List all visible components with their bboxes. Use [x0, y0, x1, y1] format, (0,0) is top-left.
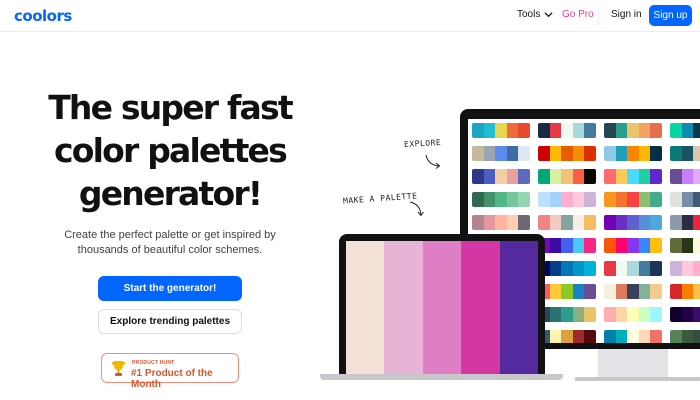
palette-card [604, 215, 662, 230]
palette-card [604, 192, 662, 207]
palette-card [670, 146, 700, 161]
palette-card [538, 215, 596, 230]
palette-card [472, 146, 530, 161]
palette-color-swatch [461, 241, 500, 374]
hero-title-line: The super fast [48, 88, 293, 127]
palette-card [670, 238, 700, 253]
nav-divider [598, 6, 599, 26]
palette-card [538, 238, 596, 253]
top-navbar: coolors Tools Go Pro Sign in Sign up [0, 0, 700, 32]
palette-card [538, 330, 596, 343]
sign-in-link[interactable]: Sign in [611, 9, 642, 20]
palette-card [670, 330, 700, 343]
palette-card [472, 123, 530, 138]
sign-up-button[interactable]: Sign up [649, 5, 692, 26]
palette-card [670, 123, 700, 138]
palette-color-swatch [422, 241, 462, 374]
palette-row [472, 169, 700, 184]
laptop-base [320, 374, 563, 380]
palette-card [670, 261, 700, 276]
palette-card [538, 123, 596, 138]
laptop-palette [346, 241, 539, 374]
palette-card [604, 146, 662, 161]
palette-card [670, 192, 700, 207]
hero-title-line: generator! [78, 174, 263, 213]
palette-card [670, 307, 700, 322]
palette-card [604, 307, 662, 322]
hero-subtitle-line: thousands of beautiful color schemes. [77, 244, 263, 256]
palette-card [472, 192, 530, 207]
palette-row [472, 215, 700, 230]
palette-row [472, 192, 700, 207]
monitor-stand [598, 349, 668, 377]
tools-menu-button[interactable]: Tools [517, 9, 553, 20]
palette-card [604, 169, 662, 184]
palette-card [538, 169, 596, 184]
palette-card [604, 238, 662, 253]
palette-card [538, 284, 596, 299]
curved-arrow-icon [425, 154, 441, 169]
chevron-down-icon [544, 12, 553, 18]
palette-card [538, 192, 596, 207]
explore-annotation: EXPLORE [403, 138, 442, 149]
palette-card [472, 169, 530, 184]
badge-main-label: #1 Product of the Month [131, 368, 213, 390]
palette-card [604, 261, 662, 276]
hero-title: The super fast color palettes generator! [20, 86, 320, 215]
start-generator-button[interactable]: Start the generator! [98, 276, 242, 301]
palette-card [538, 261, 596, 276]
palette-card [604, 330, 662, 343]
palette-card [538, 307, 596, 322]
tools-label: Tools [517, 9, 541, 20]
palette-color-swatch [346, 241, 385, 374]
explore-palettes-button[interactable]: Explore trending palettes [98, 309, 242, 334]
palette-card [604, 123, 662, 138]
monitor-foot [575, 377, 700, 381]
hero-title-line: color palettes [54, 131, 288, 170]
coolors-logo[interactable]: coolors [14, 7, 72, 25]
palette-card [670, 215, 700, 230]
palette-card [472, 215, 530, 230]
go-pro-link[interactable]: Go Pro [562, 9, 594, 20]
palette-card [538, 146, 596, 161]
palette-card [670, 284, 700, 299]
product-hunt-badge[interactable]: PRODUCT HUNT #1 Product of the Month [101, 353, 239, 390]
curved-arrow-icon [409, 201, 424, 217]
palette-color-swatch [384, 241, 423, 374]
palette-card [670, 169, 700, 184]
badge-small-label: PRODUCT HUNT [132, 360, 175, 366]
palette-row [472, 123, 700, 138]
hero-subtitle: Create the perfect palette or get inspir… [35, 228, 305, 258]
palette-card [604, 284, 662, 299]
hero-subtitle-line: Create the perfect palette or get inspir… [64, 229, 276, 241]
trophy-icon [112, 361, 125, 376]
palette-color-swatch [499, 241, 539, 374]
palette-row [472, 146, 700, 161]
